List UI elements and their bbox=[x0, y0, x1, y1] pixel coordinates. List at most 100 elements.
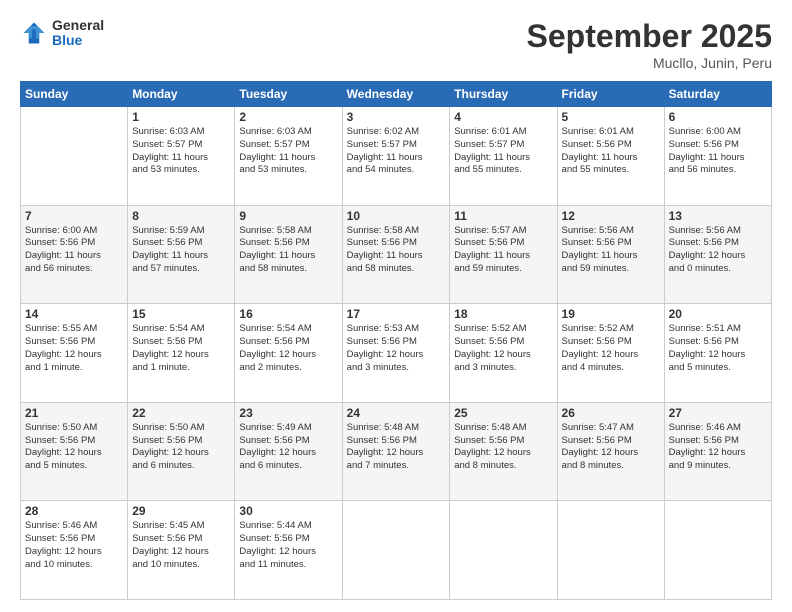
logo-blue: Blue bbox=[52, 33, 104, 48]
day-number: 4 bbox=[454, 110, 552, 124]
day-info: Sunrise: 5:44 AMSunset: 5:56 PMDaylight:… bbox=[239, 520, 337, 571]
calendar-day-cell: 8 Sunrise: 5:59 AMSunset: 5:56 PMDaylight… bbox=[128, 205, 235, 304]
calendar-day-cell: 28 Sunrise: 5:46 AMSunset: 5:56 PMDayligh… bbox=[21, 501, 128, 600]
day-info: Sunrise: 6:00 AMSunset: 5:56 PMDaylight:… bbox=[669, 126, 767, 177]
day-number: 2 bbox=[239, 110, 337, 124]
logo-text: General Blue bbox=[52, 18, 104, 49]
calendar-day-cell: 29 Sunrise: 5:45 AMSunset: 5:56 PMDayligh… bbox=[128, 501, 235, 600]
calendar-day-cell: 22 Sunrise: 5:50 AMSunset: 5:56 PMDayligh… bbox=[128, 402, 235, 501]
day-number: 27 bbox=[669, 406, 767, 420]
day-number: 3 bbox=[347, 110, 446, 124]
calendar-header-cell: Monday bbox=[128, 82, 235, 107]
day-info: Sunrise: 5:47 AMSunset: 5:56 PMDaylight:… bbox=[562, 422, 660, 473]
day-info: Sunrise: 5:46 AMSunset: 5:56 PMDaylight:… bbox=[25, 520, 123, 571]
day-number: 17 bbox=[347, 307, 446, 321]
day-info: Sunrise: 5:48 AMSunset: 5:56 PMDaylight:… bbox=[347, 422, 446, 473]
calendar-day-cell: 24 Sunrise: 5:48 AMSunset: 5:56 PMDayligh… bbox=[342, 402, 450, 501]
calendar-day-cell: 21 Sunrise: 5:50 AMSunset: 5:56 PMDayligh… bbox=[21, 402, 128, 501]
logo: General Blue bbox=[20, 18, 104, 49]
calendar-day-cell bbox=[342, 501, 450, 600]
calendar-week-row: 21 Sunrise: 5:50 AMSunset: 5:56 PMDayligh… bbox=[21, 402, 772, 501]
calendar-day-cell bbox=[557, 501, 664, 600]
day-info: Sunrise: 5:51 AMSunset: 5:56 PMDaylight:… bbox=[669, 323, 767, 374]
calendar-day-cell bbox=[664, 501, 771, 600]
day-info: Sunrise: 6:01 AMSunset: 5:56 PMDaylight:… bbox=[562, 126, 660, 177]
day-number: 24 bbox=[347, 406, 446, 420]
calendar-day-cell: 6 Sunrise: 6:00 AMSunset: 5:56 PMDaylight… bbox=[664, 107, 771, 206]
calendar-day-cell: 9Sunrise: 5:58 AMSunset: 5:56 PMDaylight… bbox=[235, 205, 342, 304]
calendar-week-row: 14 Sunrise: 5:55 AMSunset: 5:56 PMDayligh… bbox=[21, 304, 772, 403]
day-info: Sunrise: 5:59 AMSunset: 5:56 PMDaylight:… bbox=[132, 225, 230, 276]
day-info: Sunrise: 5:49 AMSunset: 5:56 PMDaylight:… bbox=[239, 422, 337, 473]
day-info: Sunrise: 5:56 AMSunset: 5:56 PMDaylight:… bbox=[562, 225, 660, 276]
calendar-day-cell: 19 Sunrise: 5:52 AMSunset: 5:56 PMDayligh… bbox=[557, 304, 664, 403]
calendar-day-cell: 11 Sunrise: 5:57 AMSunset: 5:56 PMDayligh… bbox=[450, 205, 557, 304]
calendar-day-cell: 23 Sunrise: 5:49 AMSunset: 5:56 PMDayligh… bbox=[235, 402, 342, 501]
day-number: 29 bbox=[132, 504, 230, 518]
calendar-week-row: 7 Sunrise: 6:00 AMSunset: 5:56 PMDaylight… bbox=[21, 205, 772, 304]
day-number: 21 bbox=[25, 406, 123, 420]
calendar-day-cell: 13 Sunrise: 5:56 AMSunset: 5:56 PMDayligh… bbox=[664, 205, 771, 304]
logo-icon bbox=[20, 19, 48, 47]
day-number: 19 bbox=[562, 307, 660, 321]
day-info: Sunrise: 5:58 AMSunset: 5:56 PMDaylight:… bbox=[239, 225, 337, 276]
day-info: Sunrise: 5:56 AMSunset: 5:56 PMDaylight:… bbox=[669, 225, 767, 276]
day-info: Sunrise: 5:54 AMSunset: 5:56 PMDaylight:… bbox=[239, 323, 337, 374]
day-info: Sunrise: 5:52 AMSunset: 5:56 PMDaylight:… bbox=[454, 323, 552, 374]
day-number: 23 bbox=[239, 406, 337, 420]
calendar-day-cell: 20 Sunrise: 5:51 AMSunset: 5:56 PMDayligh… bbox=[664, 304, 771, 403]
calendar-table: SundayMondayTuesdayWednesdayThursdayFrid… bbox=[20, 81, 772, 600]
day-number: 5 bbox=[562, 110, 660, 124]
logo-general: General bbox=[52, 18, 104, 33]
day-number: 22 bbox=[132, 406, 230, 420]
day-info: Sunrise: 5:55 AMSunset: 5:56 PMDaylight:… bbox=[25, 323, 123, 374]
calendar-day-cell: 14 Sunrise: 5:55 AMSunset: 5:56 PMDayligh… bbox=[21, 304, 128, 403]
month-title: September 2025 bbox=[527, 18, 772, 55]
calendar-day-cell: 1Sunrise: 6:03 AMSunset: 5:57 PMDaylight… bbox=[128, 107, 235, 206]
day-number: 11 bbox=[454, 209, 552, 223]
day-number: 18 bbox=[454, 307, 552, 321]
day-info: Sunrise: 5:45 AMSunset: 5:56 PMDaylight:… bbox=[132, 520, 230, 571]
calendar-day-cell: 12 Sunrise: 5:56 AMSunset: 5:56 PMDayligh… bbox=[557, 205, 664, 304]
calendar-day-cell: 10Sunrise: 5:58 AMSunset: 5:56 PMDayligh… bbox=[342, 205, 450, 304]
day-info: Sunrise: 5:52 AMSunset: 5:56 PMDaylight:… bbox=[562, 323, 660, 374]
calendar-day-cell: 7 Sunrise: 6:00 AMSunset: 5:56 PMDaylight… bbox=[21, 205, 128, 304]
calendar-header-cell: Thursday bbox=[450, 82, 557, 107]
day-info: Sunrise: 5:50 AMSunset: 5:56 PMDaylight:… bbox=[25, 422, 123, 473]
calendar-header-cell: Saturday bbox=[664, 82, 771, 107]
calendar-header-cell: Tuesday bbox=[235, 82, 342, 107]
day-info: Sunrise: 5:46 AMSunset: 5:56 PMDaylight:… bbox=[669, 422, 767, 473]
calendar-day-cell: 2Sunrise: 6:03 AMSunset: 5:57 PMDaylight… bbox=[235, 107, 342, 206]
calendar-day-cell: 5 Sunrise: 6:01 AMSunset: 5:56 PMDaylight… bbox=[557, 107, 664, 206]
page: General Blue September 2025 Mucllo, Juni… bbox=[0, 0, 792, 612]
day-info: Sunrise: 6:01 AMSunset: 5:57 PMDaylight:… bbox=[454, 126, 552, 177]
day-number: 7 bbox=[25, 209, 123, 223]
location: Mucllo, Junin, Peru bbox=[527, 55, 772, 71]
calendar-header-cell: Sunday bbox=[21, 82, 128, 107]
calendar-day-cell: 16 Sunrise: 5:54 AMSunset: 5:56 PMDayligh… bbox=[235, 304, 342, 403]
day-number: 12 bbox=[562, 209, 660, 223]
day-info: Sunrise: 6:02 AMSunset: 5:57 PMDaylight:… bbox=[347, 126, 446, 177]
day-number: 13 bbox=[669, 209, 767, 223]
calendar-header: SundayMondayTuesdayWednesdayThursdayFrid… bbox=[21, 82, 772, 107]
day-info: Sunrise: 6:00 AMSunset: 5:56 PMDaylight:… bbox=[25, 225, 123, 276]
day-info: Sunrise: 5:54 AMSunset: 5:56 PMDaylight:… bbox=[132, 323, 230, 374]
day-number: 6 bbox=[669, 110, 767, 124]
day-info: Sunrise: 5:48 AMSunset: 5:56 PMDaylight:… bbox=[454, 422, 552, 473]
day-info: Sunrise: 5:53 AMSunset: 5:56 PMDaylight:… bbox=[347, 323, 446, 374]
day-number: 14 bbox=[25, 307, 123, 321]
calendar-header-cell: Wednesday bbox=[342, 82, 450, 107]
day-number: 20 bbox=[669, 307, 767, 321]
day-info: Sunrise: 5:57 AMSunset: 5:56 PMDaylight:… bbox=[454, 225, 552, 276]
calendar-day-cell: 3 Sunrise: 6:02 AMSunset: 5:57 PMDaylight… bbox=[342, 107, 450, 206]
calendar-day-cell: 26Sunrise: 5:47 AMSunset: 5:56 PMDayligh… bbox=[557, 402, 664, 501]
calendar-day-cell: 30Sunrise: 5:44 AMSunset: 5:56 PMDayligh… bbox=[235, 501, 342, 600]
day-number: 8 bbox=[132, 209, 230, 223]
day-number: 28 bbox=[25, 504, 123, 518]
calendar-week-row: 28 Sunrise: 5:46 AMSunset: 5:56 PMDayligh… bbox=[21, 501, 772, 600]
day-info: Sunrise: 5:50 AMSunset: 5:56 PMDaylight:… bbox=[132, 422, 230, 473]
calendar-week-row: 1Sunrise: 6:03 AMSunset: 5:57 PMDaylight… bbox=[21, 107, 772, 206]
title-block: September 2025 Mucllo, Junin, Peru bbox=[527, 18, 772, 71]
day-number: 16 bbox=[239, 307, 337, 321]
calendar-day-cell: 25Sunrise: 5:48 AMSunset: 5:56 PMDayligh… bbox=[450, 402, 557, 501]
